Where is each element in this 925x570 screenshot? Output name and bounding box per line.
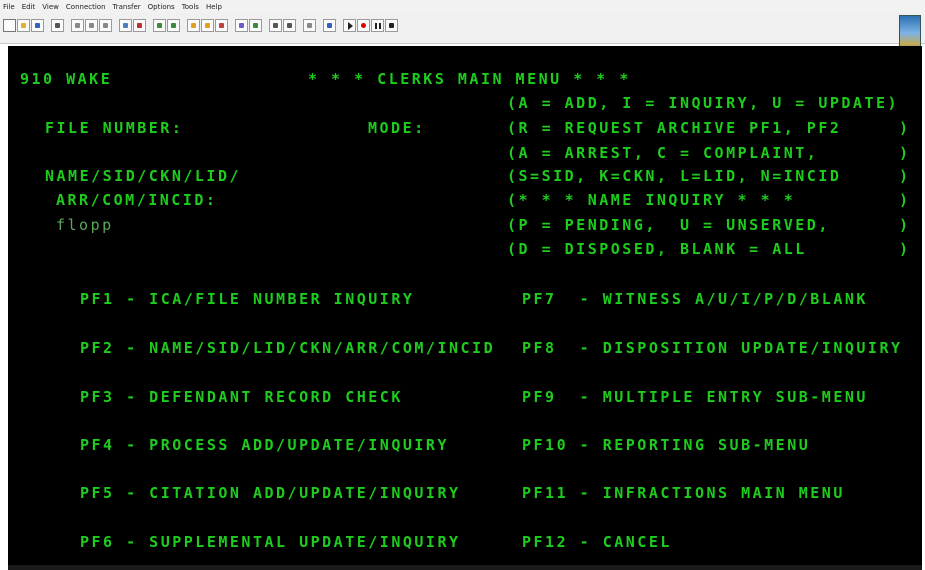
copy-icon[interactable] [85, 19, 98, 32]
disconnect-icon[interactable] [153, 19, 166, 32]
paste-icon[interactable] [99, 19, 112, 32]
name-help-line-3: (P = PENDING, U = UNSERVED, ) [507, 216, 911, 234]
mode-help-line-1: (A = ADD, I = INQUIRY, U = UPDATE) [507, 94, 900, 112]
mode-help-line-2: (R = REQUEST ARCHIVE PF1, PF2 ) [507, 119, 911, 137]
name-help-line-4: (D = DISPOSED, BLANK = ALL ) [507, 240, 911, 258]
open-icon[interactable] [17, 19, 30, 32]
menu-edit[interactable]: Edit [22, 3, 36, 11]
menu-view[interactable]: View [42, 3, 59, 11]
receive-icon[interactable] [187, 19, 200, 32]
print-icon[interactable] [51, 19, 64, 32]
transfer-icon[interactable] [201, 19, 214, 32]
help-icon[interactable] [303, 19, 316, 32]
options-icon[interactable] [249, 19, 262, 32]
pf3-option[interactable]: PF3 - DEFENDANT RECORD CHECK [80, 388, 403, 406]
terminal-screen[interactable]: 910 WAKE * * * CLERKS MAIN MENU * * * (A… [8, 46, 922, 568]
menu-file[interactable]: File [3, 3, 15, 11]
pause-icon[interactable] [371, 19, 384, 32]
connect-icon[interactable] [133, 19, 146, 32]
new-icon[interactable] [3, 19, 16, 32]
name-label-2: ARR/COM/INCID: [56, 191, 218, 209]
menu-transfer[interactable]: Transfer [113, 3, 141, 11]
menu-help[interactable]: Help [206, 3, 222, 11]
menu-bar: File Edit View Connection Transfer Optio… [0, 0, 925, 13]
display-icon[interactable] [283, 19, 296, 32]
pf10-option[interactable]: PF10 - REPORTING SUB-MENU [522, 436, 810, 454]
screen-title: * * * CLERKS MAIN MENU * * * [308, 70, 631, 88]
stop-icon[interactable] [385, 19, 398, 32]
name-help-line-1: (S=SID, K=CKN, L=LID, N=INCID ) [507, 167, 911, 185]
menu-tools[interactable]: Tools [182, 3, 199, 11]
pf11-option[interactable]: PF11 - INFRACTIONS MAIN MENU [522, 484, 845, 502]
pf8-option[interactable]: PF8 - DISPOSITION UPDATE/INQUIRY [522, 339, 903, 357]
region-label: 910 WAKE [20, 70, 113, 88]
toolbar [0, 13, 925, 55]
name-help-line-2: (* * * NAME INQUIRY * * * ) [507, 191, 911, 209]
pf9-option[interactable]: PF9 - MULTIPLE ENTRY SUB-MENU [522, 388, 868, 406]
about-icon[interactable] [323, 19, 336, 32]
pf7-option[interactable]: PF7 - WITNESS A/U/I/P/D/BLANK [522, 290, 868, 308]
keyboard-icon[interactable] [269, 19, 282, 32]
cut-icon[interactable] [71, 19, 84, 32]
status-strip [8, 565, 922, 570]
find-icon[interactable] [119, 19, 132, 32]
pf12-option[interactable]: PF12 - CANCEL [522, 533, 672, 551]
pf4-option[interactable]: PF4 - PROCESS ADD/UPDATE/INQUIRY [80, 436, 449, 454]
name-input[interactable]: flopp [56, 216, 114, 234]
save-icon[interactable] [31, 19, 44, 32]
settings-icon[interactable] [235, 19, 248, 32]
menu-options[interactable]: Options [148, 3, 175, 11]
pf1-option[interactable]: PF1 - ICA/FILE NUMBER INQUIRY [80, 290, 414, 308]
send-icon[interactable] [167, 19, 180, 32]
toolbar-buttons [3, 18, 398, 33]
pf6-option[interactable]: PF6 - SUPPLEMENTAL UPDATE/INQUIRY [80, 533, 461, 551]
file-number-label: FILE NUMBER: [45, 119, 184, 137]
record-icon[interactable] [357, 19, 370, 32]
pf5-option[interactable]: PF5 - CITATION ADD/UPDATE/INQUIRY [80, 484, 461, 502]
mode-help-line-3: (A = ARREST, C = COMPLAINT, ) [507, 144, 911, 162]
macro-icon[interactable] [215, 19, 228, 32]
pf2-option[interactable]: PF2 - NAME/SID/LID/CKN/ARR/COM/INCID [80, 339, 495, 357]
menu-connection[interactable]: Connection [66, 3, 106, 11]
play-icon[interactable] [343, 19, 356, 32]
mode-label: MODE: [368, 119, 426, 137]
name-label-1: NAME/SID/CKN/LID/ [45, 167, 242, 185]
